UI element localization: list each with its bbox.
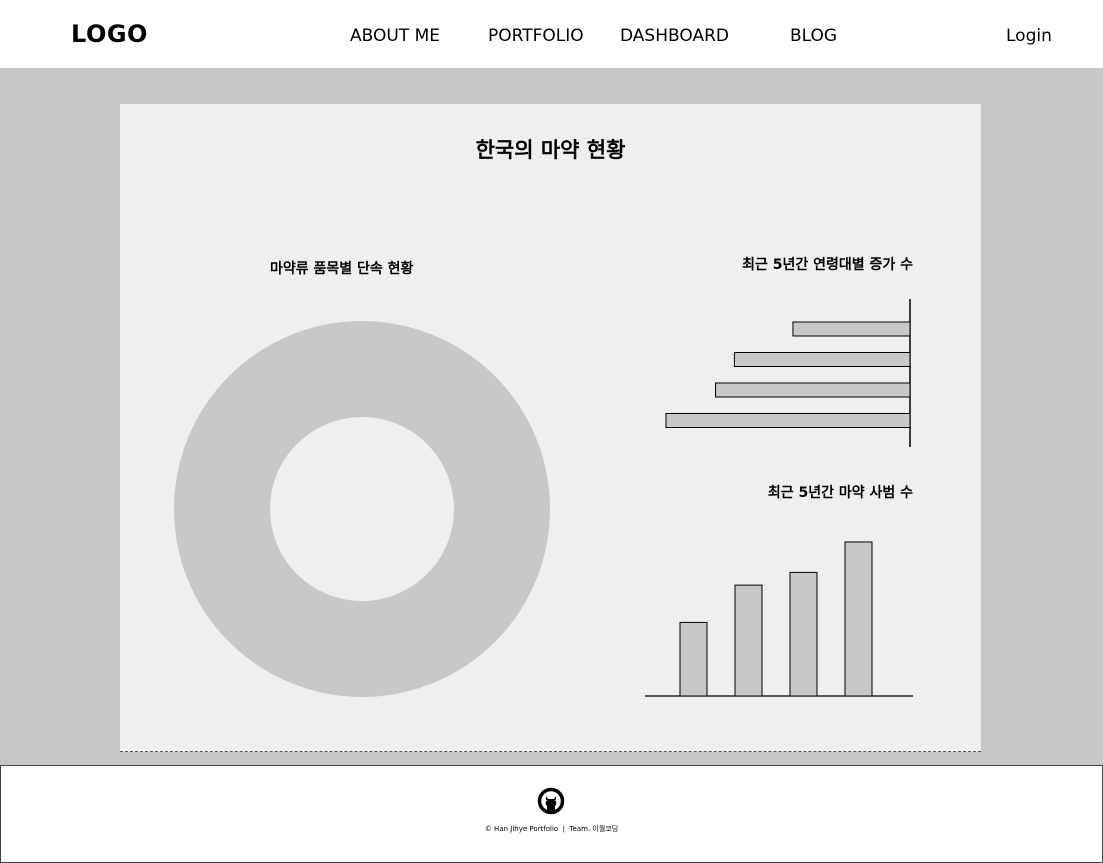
donut-chart <box>174 321 550 697</box>
hbar-bar <box>665 413 911 428</box>
vbar-bar <box>679 621 708 697</box>
vbar-bar <box>789 571 818 697</box>
donut-slice <box>174 321 550 697</box>
vbar-bar <box>734 584 763 697</box>
github-icon[interactable] <box>537 787 565 815</box>
nav-dashboard[interactable]: DASHBOARD <box>620 26 729 46</box>
vbar-chart <box>645 541 913 697</box>
login-link[interactable]: Login <box>1006 26 1052 46</box>
hbar-chart <box>665 299 911 447</box>
vbar-bar <box>844 541 873 697</box>
footer: © Han Jihye Portfolio | Team. 이월코딩 <box>0 765 1103 863</box>
nav-portfolio[interactable]: PORTFOLIO <box>488 26 584 46</box>
dashboard-card: 한국의 마약 현황 마약류 품목별 단속 현황 최근 5년간 연령대별 증가 수… <box>120 104 981 752</box>
hbar-bar <box>715 382 911 398</box>
nav-about-me[interactable]: ABOUT ME <box>350 26 440 46</box>
footer-text: © Han Jihye Portfolio | Team. 이월코딩 <box>484 825 619 833</box>
logo[interactable]: LOGO <box>71 20 148 48</box>
header: LOGO ABOUT ME PORTFOLIO DASHBOARD BLOG L… <box>0 0 1103 68</box>
nav-blog[interactable]: BLOG <box>790 26 837 46</box>
charts-canvas <box>174 299 913 697</box>
hbar-bar <box>733 352 911 367</box>
hbar-bar <box>792 321 911 337</box>
